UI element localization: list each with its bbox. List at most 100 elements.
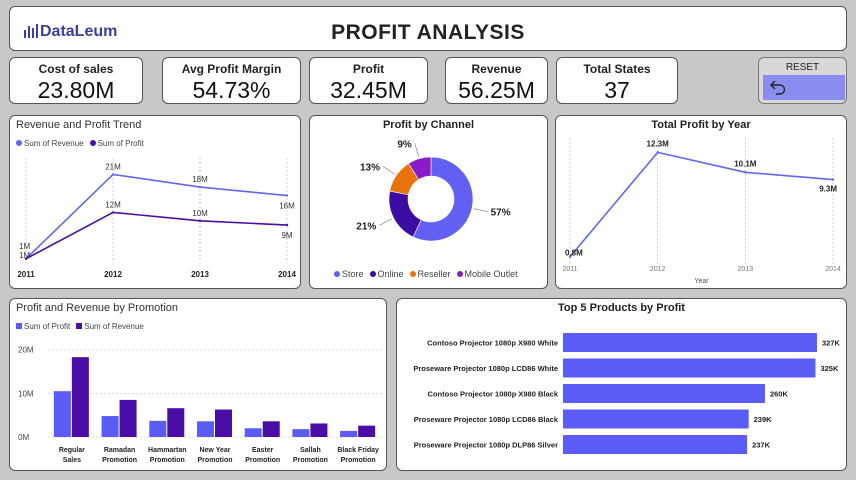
total-profit-by-year-panel: Total Profit by Year 2011 2012 2013 2014 Yea… [555, 115, 847, 289]
header-bar: DataLeum PROFIT ANALYSIS [9, 6, 847, 51]
kpi-revenue: Revenue 56.25M [445, 57, 548, 104]
x-tick-label: Hammartan [148, 447, 187, 454]
slice-label: 21% [356, 221, 376, 232]
kpi-label: Profit [352, 62, 385, 76]
legend-label: Store [342, 269, 364, 279]
category-label: Contoso Projector 1080p X980 White [427, 339, 558, 348]
slice-label: 9% [397, 139, 412, 150]
data-point [198, 219, 202, 223]
bar-revenue [215, 409, 232, 437]
x-tick-label: New Year [199, 447, 230, 454]
bar-product [563, 358, 816, 378]
trend-line-chart[interactable]: 2011 2012 2013 2014 1M 21M 18M 16M 1M 12M 10M 9M [10, 116, 302, 290]
category-label: Proseware Projector 1080p DLP86 Silver [414, 441, 558, 450]
category-label: Proseware Projector 1080p LCD86 Black [414, 415, 559, 424]
legend-item-online[interactable]: Online [369, 269, 404, 279]
legend-dot-icon [409, 271, 416, 277]
undo-arrow-icon [770, 80, 786, 95]
legend-dot-icon [334, 271, 340, 277]
x-tick-label: Easter [252, 447, 274, 454]
bar-profit [292, 429, 310, 437]
data-point [111, 211, 115, 214]
legend-dot-icon [456, 271, 463, 277]
x-tick-label: Promotion [293, 457, 328, 464]
data-label: 9.3M [819, 185, 837, 194]
kpi-value: 32.45M [330, 77, 407, 103]
x-tick-label: Sales [63, 457, 81, 464]
x-tick-label: Promotion [198, 457, 233, 464]
legend-label: Reseller [417, 269, 451, 279]
x-tick-label: 2014 [825, 266, 841, 273]
legend-item-reseller[interactable]: Reseller [409, 269, 451, 279]
x-tick-label: Black Friday [337, 447, 379, 454]
bar-product [563, 435, 748, 454]
bar-product [563, 409, 749, 429]
bar-product [563, 384, 765, 403]
legend-item-store[interactable]: Store [334, 269, 364, 279]
x-tick-label: Promotion [102, 457, 137, 464]
promotion-panel: Profit and Revenue by Promotion Sum of P… [9, 298, 387, 471]
series-line-1 [25, 211, 288, 260]
x-tick-label: Promotion [245, 457, 280, 464]
revenue-profit-trend-panel: Revenue and Profit Trend Sum of Revenue … [9, 115, 301, 289]
x-tick-label: 2014 [278, 270, 296, 279]
x-tick-label: 2012 [104, 270, 122, 279]
series-line-0 [569, 151, 834, 258]
top-products-panel: Top 5 Products by Profit Contoso Project… [396, 298, 847, 471]
reset-panel: RESET [758, 57, 847, 104]
kpi-total-states: Total States 37 [556, 57, 678, 104]
data-point [198, 185, 202, 189]
data-label: 16M [279, 202, 295, 211]
kpi-value: 54.73% [192, 77, 271, 103]
data-label: 12M [105, 200, 121, 209]
data-label: 18M [192, 175, 208, 184]
x-tick-label: Regular [59, 447, 85, 454]
category-label: Proseware Projector 1080p LCD86 White [413, 364, 558, 373]
kpi-avg-profit-margin: Avg Profit Margin 54.73% [162, 57, 301, 104]
legend-dot-icon [369, 271, 376, 277]
data-label: 9M [281, 231, 292, 240]
data-point [111, 173, 115, 176]
promotion-bar-chart[interactable]: 0M 10M 20M Regular Sales Ramadan Promotion Hamm… [10, 299, 388, 472]
x-tick-label: Sallah [300, 447, 321, 454]
bar-revenue [358, 425, 376, 437]
data-label: 10.1M [734, 159, 757, 168]
bar-profit [244, 428, 262, 437]
bar-profit [101, 416, 119, 437]
x-tick-label: 2013 [738, 266, 754, 273]
reset-button[interactable] [763, 75, 845, 100]
bar-product [563, 333, 817, 352]
leader-line [414, 143, 420, 157]
x-axis-title: Year [694, 278, 709, 285]
data-point [744, 171, 747, 174]
y-tick-label: 20M [18, 346, 34, 355]
channel-donut-chart[interactable]: 57% 21% 13% 9% [310, 116, 549, 290]
data-point [831, 178, 835, 181]
data-label: 325K [820, 364, 839, 373]
leader-line [379, 218, 392, 226]
bar-revenue [167, 408, 185, 437]
data-label: 239K [754, 415, 773, 424]
x-tick-label: Ramadan [104, 447, 136, 454]
year-line-chart[interactable]: 2011 2012 2013 2014 Year 0.8M 12.3M 10.1M 9.3M [556, 116, 848, 290]
bar-revenue [71, 357, 89, 437]
bar-profit [197, 421, 214, 437]
x-tick-label: 2011 [17, 270, 35, 279]
page-title: PROFIT ANALYSIS [331, 21, 525, 44]
leader-line [382, 166, 395, 175]
slice-online [388, 190, 422, 238]
legend-item-mobile-outlet[interactable]: Mobile Outlet [456, 269, 518, 279]
products-bar-chart[interactable]: Contoso Projector 1080p X980 White 327K Pr… [397, 299, 848, 472]
bar-profit [149, 420, 167, 437]
kpi-label: Total States [583, 62, 651, 76]
y-tick-label: 0M [18, 433, 29, 442]
bar-profit [53, 391, 71, 437]
data-label: 327K [822, 339, 841, 348]
x-tick-label: 2011 [562, 266, 577, 273]
chart-legend: Store Online Reseller Mobile Outlet [334, 269, 518, 279]
data-point [656, 151, 659, 154]
category-label: Contoso Projector 1080p X980 Black [428, 390, 559, 399]
kpi-value: 37 [604, 77, 630, 103]
leader-line [473, 208, 488, 212]
x-tick-label: Promotion [341, 457, 376, 464]
